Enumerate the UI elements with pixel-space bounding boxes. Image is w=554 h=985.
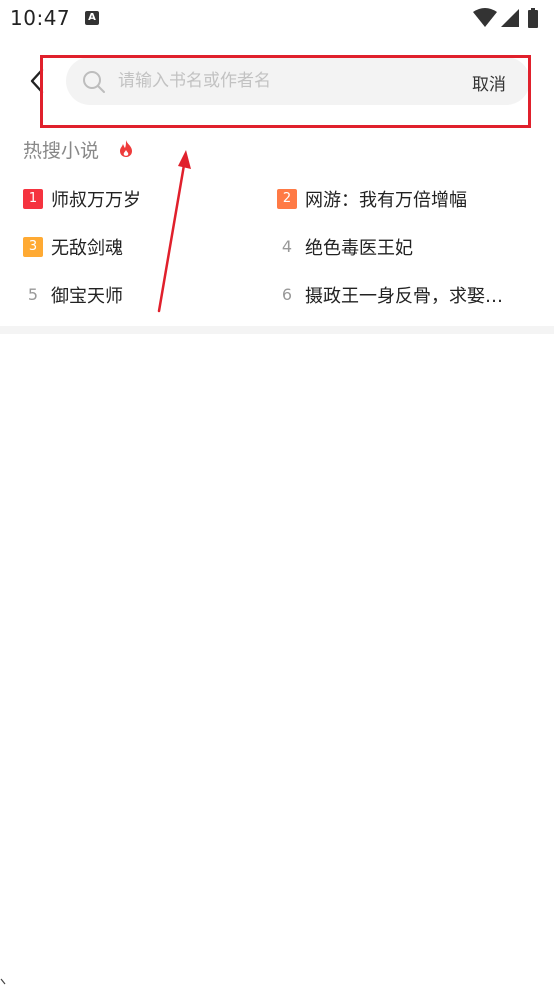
search-page: 10:47 A 取消 热搜小说 1 师叔万万岁 2 xyxy=(0,0,554,985)
rank-badge: 2 xyxy=(277,189,297,209)
hot-item-name: 御宝天师 xyxy=(51,286,123,307)
hot-item-name: 网游：我有万倍增幅 xyxy=(305,190,467,211)
status-time: 10:47 xyxy=(10,6,71,30)
hot-item-4[interactable]: 4 绝色毒医王妃 xyxy=(277,232,532,262)
hot-search-title: 热搜小说 xyxy=(23,140,100,162)
wifi-icon xyxy=(473,8,497,27)
highlight-annotation-box xyxy=(40,55,531,128)
hot-item-5[interactable]: 5 御宝天师 xyxy=(23,280,258,310)
rank-badge: 3 xyxy=(23,237,43,257)
signal-icon xyxy=(501,9,519,27)
rank-number: 6 xyxy=(281,285,293,304)
hot-item-name: 绝色毒医王妃 xyxy=(305,238,413,259)
corner-mark xyxy=(0,978,6,985)
section-divider xyxy=(0,326,554,334)
arrow-annotation-icon xyxy=(157,150,191,313)
notification-icon: A xyxy=(85,11,99,25)
hot-item-2[interactable]: 2 网游：我有万倍增幅 xyxy=(277,184,532,214)
rank-badge: 1 xyxy=(23,189,43,209)
hot-item-name: 摄政王一身反骨，求娶… xyxy=(305,286,503,307)
status-bar: 10:47 A xyxy=(0,0,554,38)
hot-item-name: 无敌剑魂 xyxy=(51,238,123,259)
hot-item-1[interactable]: 1 师叔万万岁 xyxy=(23,184,258,214)
rank-number: 5 xyxy=(27,285,39,304)
hot-item-3[interactable]: 3 无敌剑魂 xyxy=(23,232,258,262)
rank-number: 4 xyxy=(281,237,293,256)
fire-icon xyxy=(120,140,132,157)
battery-icon xyxy=(528,8,538,28)
hot-item-6[interactable]: 6 摄政王一身反骨，求娶… xyxy=(277,280,529,310)
hot-item-name: 师叔万万岁 xyxy=(51,190,141,211)
